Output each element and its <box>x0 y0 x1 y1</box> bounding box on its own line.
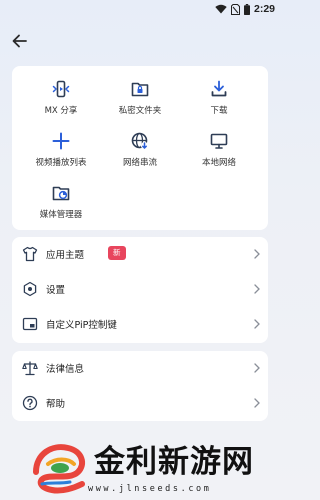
grid-item-label: 网络串流 <box>122 158 157 168</box>
grid-item-label: MX 分享 <box>44 106 78 116</box>
video-playlist-button[interactable]: 视频播放列表 <box>28 132 94 168</box>
chevron-right-icon <box>254 398 260 408</box>
settings-item[interactable]: 设置 <box>12 272 268 306</box>
local-network-button[interactable]: 本地网络 <box>186 132 252 168</box>
info-group-card: 法律信息 帮助 <box>12 351 268 421</box>
mx-share-button[interactable]: MX 分享 <box>28 80 94 116</box>
battery-icon <box>243 3 250 15</box>
lock-folder-icon <box>131 82 149 97</box>
watermark-text: 金利新游网 <box>94 444 254 480</box>
status-icons: 2:29 <box>215 3 275 15</box>
grid-item-label: 媒体管理器 <box>39 210 83 220</box>
quick-actions-card: MX 分享 私密文件夹 下载 视频播放列表 网络串流 本地网络 媒体管理器 <box>12 66 268 230</box>
status-time: 2:29 <box>253 3 275 15</box>
chevron-right-icon <box>254 284 260 294</box>
download-icon <box>211 80 227 97</box>
back-button[interactable] <box>10 32 30 50</box>
download-button[interactable]: 下载 <box>186 80 252 116</box>
help-icon <box>22 395 38 411</box>
share-icon <box>52 80 70 98</box>
grid-item-label: 私密文件夹 <box>118 106 162 116</box>
settings-label: 设置 <box>46 285 66 296</box>
scale-icon <box>22 361 38 376</box>
globe-stream-icon <box>131 132 149 150</box>
watermark-url: www.jlnseeds.com <box>88 484 212 494</box>
new-badge: 新 <box>108 246 126 260</box>
app-theme-item[interactable]: 应用主题 新 <box>12 237 268 271</box>
grid-item-label: 本地网络 <box>201 158 236 168</box>
app-theme-label: 应用主题 <box>46 250 85 261</box>
monitor-icon <box>210 133 228 149</box>
settings-icon <box>23 281 37 297</box>
custom-pip-controls-label: 自定义PiP控制键 <box>46 320 117 331</box>
status-bar: 2:29 <box>0 0 281 20</box>
settings-group-card: 应用主题 新 设置 自定义PiP控制键 <box>12 237 268 343</box>
grid-item-label: 下载 <box>210 106 228 116</box>
pip-icon <box>22 317 38 331</box>
network-stream-button[interactable]: 网络串流 <box>107 132 173 168</box>
grid-item-label: 视频播放列表 <box>35 158 87 168</box>
media-folder-icon <box>52 186 70 201</box>
arrow-left-icon <box>12 34 27 48</box>
plus-icon <box>52 132 70 150</box>
custom-pip-controls-item[interactable]: 自定义PiP控制键 <box>12 307 268 341</box>
chevron-right-icon <box>254 363 260 373</box>
private-folder-button[interactable]: 私密文件夹 <box>107 80 173 116</box>
sim-icon <box>230 3 240 15</box>
legal-info-label: 法律信息 <box>46 364 85 375</box>
wifi-icon <box>215 4 227 14</box>
chevron-right-icon <box>254 249 260 259</box>
watermark-logo-icon <box>33 444 86 494</box>
watermark-banner: 金利新游网 www.jlnseeds.com <box>30 436 254 500</box>
media-manager-button[interactable]: 媒体管理器 <box>28 184 94 220</box>
help-item[interactable]: 帮助 <box>12 386 268 420</box>
legal-info-item[interactable]: 法律信息 <box>12 351 268 385</box>
help-label: 帮助 <box>46 399 66 410</box>
chevron-right-icon <box>254 319 260 329</box>
shirt-icon <box>22 246 38 262</box>
